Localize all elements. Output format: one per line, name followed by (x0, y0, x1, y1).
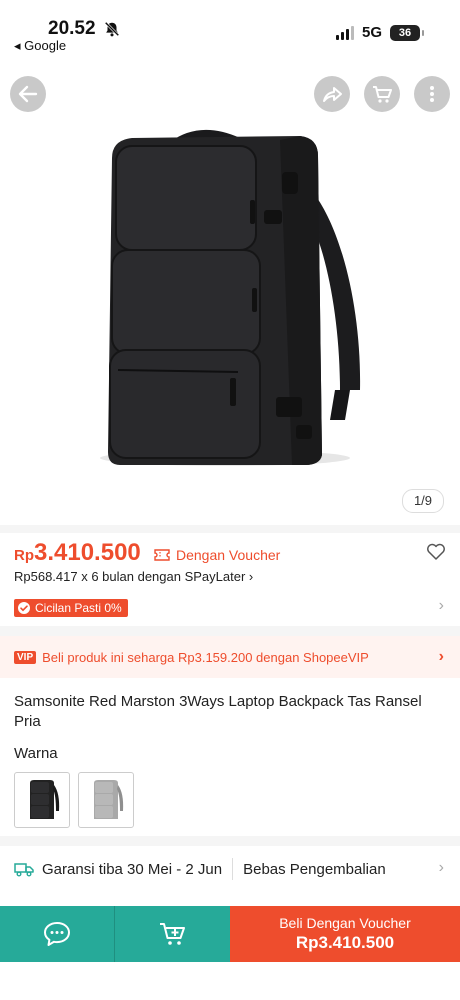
image-pager: 1/9 (402, 489, 444, 513)
back-to-app-link[interactable]: ◂ Google (14, 38, 66, 54)
add-to-cart-button[interactable] (115, 906, 230, 962)
installment-text: Rp568.417 x 6 bulan dengan SPayLater (14, 569, 246, 584)
variation-label: Warna (14, 745, 58, 762)
cicilan-badge[interactable]: Cicilan Pasti 0% (14, 599, 128, 617)
product-image-gallery[interactable]: 1/9 (0, 60, 460, 525)
vip-badge: VIP (14, 650, 37, 664)
status-bar: 20.52 ◂ Google 5G 36 (0, 0, 460, 60)
more-options-button[interactable] (414, 76, 450, 112)
divider (0, 836, 460, 846)
free-returns: Bebas Pengembalian (243, 860, 386, 878)
buy-with-voucher-button[interactable]: Beli Dengan Voucher Rp3.410.500 (230, 906, 460, 962)
voucher-icon (154, 549, 170, 561)
chat-icon (44, 922, 70, 946)
spaylater-installment[interactable]: Rp568.417 x 6 bulan dengan SPayLater › (14, 569, 253, 584)
arrow-left-icon (18, 85, 38, 103)
divider (232, 858, 234, 880)
price-value: 3.410.500 (34, 539, 141, 566)
buy-label: Beli Dengan Voucher (279, 915, 411, 931)
add-to-cart-icon (159, 923, 185, 945)
divider (0, 626, 460, 636)
delivery-guarantee: Garansi tiba 30 Mei - 2 Jun (42, 860, 223, 878)
battery-level: 36 (398, 26, 412, 39)
cart-button[interactable] (364, 76, 400, 112)
shipping-row[interactable]: Garansi tiba 30 Mei - 2 Jun Bebas Pengem… (0, 846, 460, 892)
chevron-right-icon: › (438, 648, 444, 665)
network-type: 5G (361, 24, 382, 41)
price-currency: Rp (14, 547, 34, 564)
check-circle-icon (18, 602, 30, 614)
bell-muted-icon (104, 21, 120, 37)
chat-button[interactable] (0, 906, 115, 962)
backpack-image (100, 129, 361, 466)
buy-price: Rp3.410.500 (295, 933, 395, 952)
bottom-action-bar: Beli Dengan Voucher Rp3.410.500 (0, 906, 460, 962)
variant-swatch-black[interactable] (14, 772, 70, 828)
divider (0, 525, 460, 533)
more-vertical-icon (430, 86, 434, 102)
variant-swatch-grey[interactable] (78, 772, 134, 828)
voucher-tag[interactable]: Dengan Voucher (154, 547, 280, 563)
product-title: Samsonite Red Marston 3Ways Laptop Backp… (14, 693, 422, 730)
voucher-label: Dengan Voucher (176, 547, 281, 563)
vip-text: Beli produk ini seharga Rp3.159.200 deng… (42, 649, 369, 665)
heart-icon[interactable] (426, 543, 446, 561)
price-section: Rp3.410.500 Dengan Voucher Rp568.417 x 6… (0, 533, 460, 623)
cicilan-label: Cicilan Pasti 0% (35, 601, 122, 615)
back-button[interactable] (10, 76, 46, 112)
price: Rp3.410.500 (14, 539, 141, 567)
battery-icon: 36 (390, 24, 424, 41)
share-button[interactable] (314, 76, 350, 112)
shopee-vip-banner[interactable]: VIP Beli produk ini seharga Rp3.159.200 … (0, 636, 460, 678)
signal-icon (335, 25, 354, 40)
status-time: 20.52 (48, 18, 96, 39)
share-icon (323, 87, 342, 102)
chevron-right-icon: › (438, 859, 444, 876)
cart-icon (373, 86, 392, 103)
chevron-right-icon[interactable]: › (439, 597, 444, 615)
truck-icon (14, 863, 34, 877)
backpack-thumbnail (30, 780, 60, 819)
chevron-right-icon: › (248, 569, 254, 584)
backpack-thumbnail (94, 780, 124, 819)
